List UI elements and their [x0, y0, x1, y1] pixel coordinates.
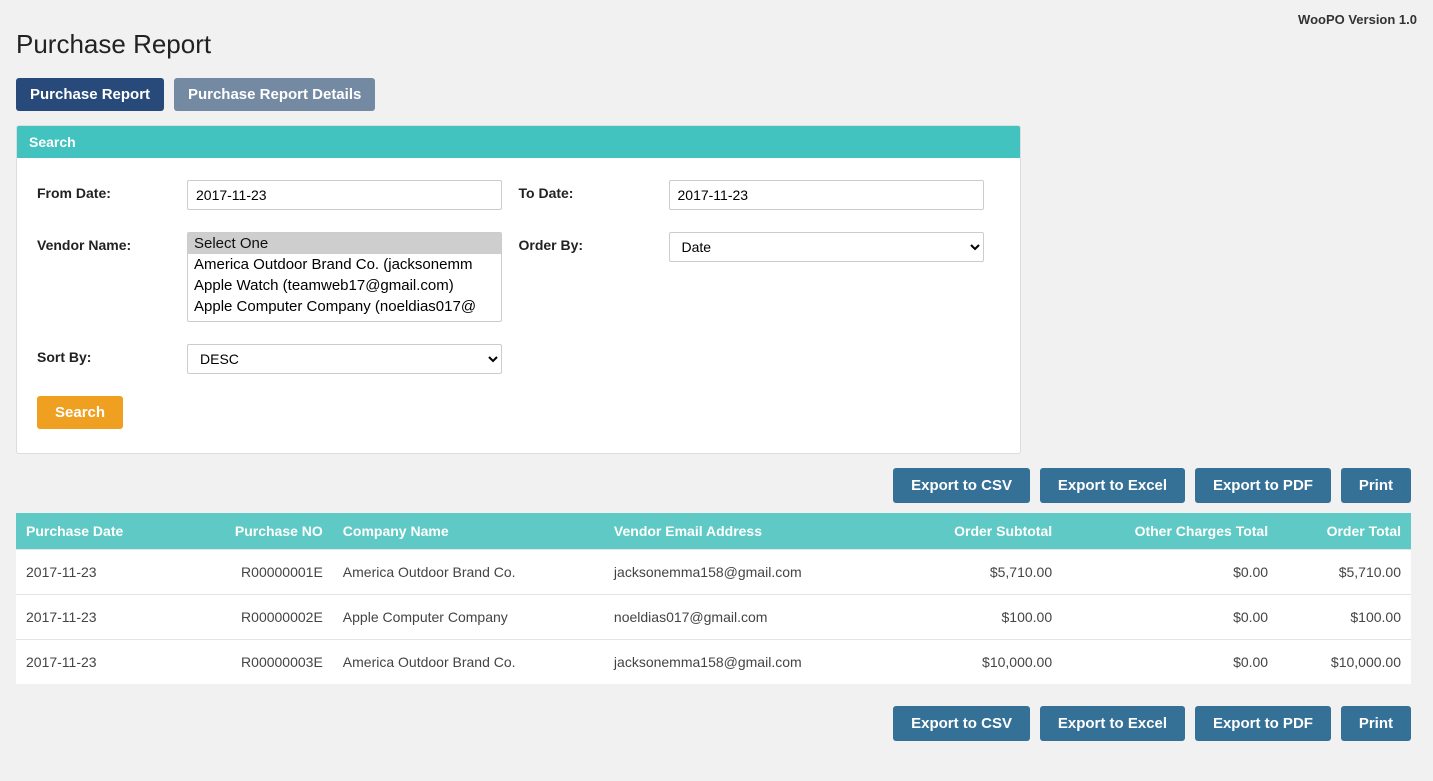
- table-header-cell: Order Subtotal: [896, 513, 1062, 550]
- version-label: WooPO Version 1.0: [16, 12, 1417, 27]
- table-header-cell: Other Charges Total: [1062, 513, 1278, 550]
- page-title: Purchase Report: [16, 29, 1417, 60]
- to-date-input[interactable]: [669, 180, 984, 210]
- table-cell: R00000003E: [181, 640, 333, 685]
- export-excel-button-bottom[interactable]: Export to Excel: [1040, 706, 1185, 741]
- export-csv-button[interactable]: Export to CSV: [893, 468, 1030, 503]
- export-csv-button-bottom[interactable]: Export to CSV: [893, 706, 1030, 741]
- print-button[interactable]: Print: [1341, 468, 1411, 503]
- table-cell: America Outdoor Brand Co.: [333, 640, 604, 685]
- tab-purchase-report[interactable]: Purchase Report: [16, 78, 164, 111]
- export-excel-button[interactable]: Export to Excel: [1040, 468, 1185, 503]
- table-cell: $0.00: [1062, 550, 1278, 595]
- table-cell: $10,000.00: [896, 640, 1062, 685]
- table-cell: $0.00: [1062, 640, 1278, 685]
- table-cell: $100.00: [896, 595, 1062, 640]
- table-row: 2017-11-23R00000002EApple Computer Compa…: [16, 595, 1411, 640]
- table-cell: $100.00: [1278, 595, 1411, 640]
- export-pdf-button-bottom[interactable]: Export to PDF: [1195, 706, 1331, 741]
- table-cell: 2017-11-23: [16, 595, 181, 640]
- from-date-input[interactable]: [187, 180, 502, 210]
- order-by-select[interactable]: Date: [669, 232, 984, 262]
- search-panel-header: Search: [17, 126, 1020, 158]
- table-cell: R00000001E: [181, 550, 333, 595]
- export-bar-bottom: Export to CSV Export to Excel Export to …: [16, 706, 1411, 741]
- order-by-label: Order By:: [519, 232, 669, 253]
- purchase-report-table: Purchase DatePurchase NOCompany NameVend…: [16, 513, 1411, 684]
- table-cell: jacksonemma158@gmail.com: [604, 550, 896, 595]
- vendor-option[interactable]: Apple Computer Company (noeldias017@: [188, 296, 501, 317]
- table-header-cell: Purchase Date: [16, 513, 181, 550]
- tabs: Purchase Report Purchase Report Details: [16, 78, 1417, 111]
- table-cell: $10,000.00: [1278, 640, 1411, 685]
- vendor-option[interactable]: Apple Watch (teamweb17@gmail.com): [188, 275, 501, 296]
- table-cell: noeldias017@gmail.com: [604, 595, 896, 640]
- table-cell: 2017-11-23: [16, 640, 181, 685]
- vendor-name-label: Vendor Name:: [37, 232, 187, 253]
- sort-by-label: Sort By:: [37, 344, 187, 365]
- vendor-option[interactable]: America Outdoor Brand Co. (jacksonemm: [188, 254, 501, 275]
- table-row: 2017-11-23R00000003EAmerica Outdoor Bran…: [16, 640, 1411, 685]
- table-header-cell: Company Name: [333, 513, 604, 550]
- table-header-cell: Order Total: [1278, 513, 1411, 550]
- to-date-label: To Date:: [519, 180, 669, 201]
- from-date-label: From Date:: [37, 180, 187, 201]
- table-cell: R00000002E: [181, 595, 333, 640]
- vendor-name-listbox[interactable]: Select OneAmerica Outdoor Brand Co. (jac…: [187, 232, 502, 322]
- vendor-option[interactable]: Select One: [188, 233, 501, 254]
- table-row: 2017-11-23R00000001EAmerica Outdoor Bran…: [16, 550, 1411, 595]
- search-panel: Search From Date: To Date: Vendor Name: …: [16, 125, 1021, 454]
- table-cell: America Outdoor Brand Co.: [333, 550, 604, 595]
- tab-purchase-report-details[interactable]: Purchase Report Details: [174, 78, 375, 111]
- search-button[interactable]: Search: [37, 396, 123, 429]
- export-pdf-button[interactable]: Export to PDF: [1195, 468, 1331, 503]
- table-cell: $5,710.00: [896, 550, 1062, 595]
- table-cell: $0.00: [1062, 595, 1278, 640]
- export-bar-top: Export to CSV Export to Excel Export to …: [16, 468, 1411, 503]
- table-header-cell: Purchase NO: [181, 513, 333, 550]
- table-cell: Apple Computer Company: [333, 595, 604, 640]
- sort-by-select[interactable]: DESC: [187, 344, 502, 374]
- table-header-cell: Vendor Email Address: [604, 513, 896, 550]
- table-cell: $5,710.00: [1278, 550, 1411, 595]
- table-cell: 2017-11-23: [16, 550, 181, 595]
- table-cell: jacksonemma158@gmail.com: [604, 640, 896, 685]
- print-button-bottom[interactable]: Print: [1341, 706, 1411, 741]
